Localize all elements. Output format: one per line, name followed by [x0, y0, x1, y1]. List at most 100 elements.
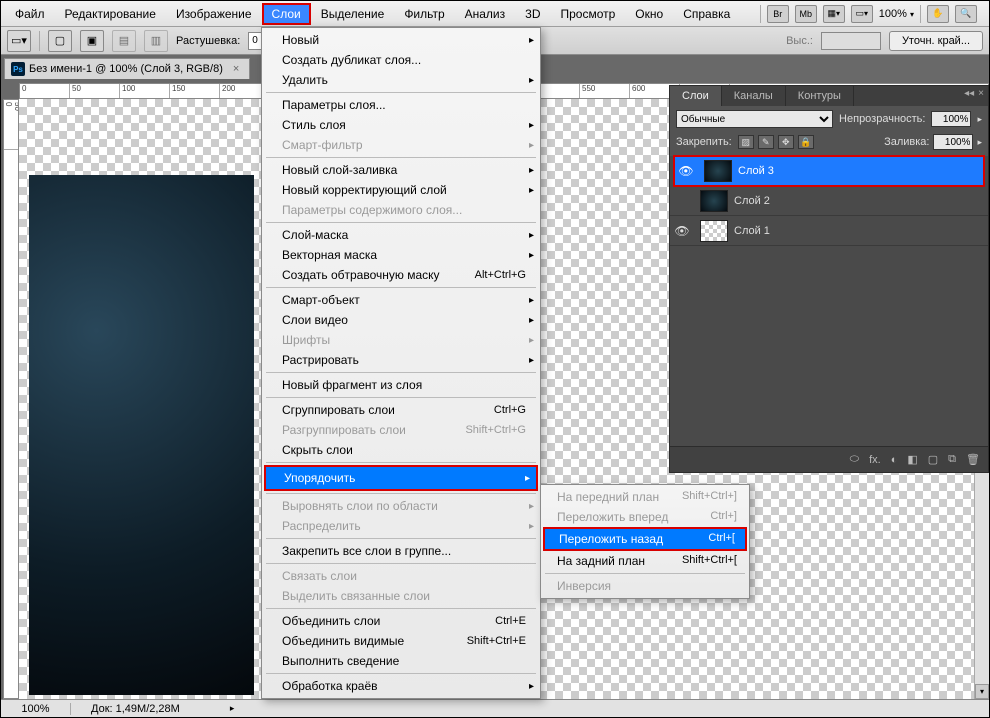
menu-item[interactable]: Параметры слоя...: [262, 95, 540, 115]
menu-item[interactable]: Стиль слоя▸: [262, 115, 540, 135]
menu-edit[interactable]: Редактирование: [55, 3, 166, 25]
menu-3d[interactable]: 3D: [515, 3, 550, 25]
layer-row[interactable]: 👁 Слой 1: [670, 216, 988, 246]
panel-collapse-icon[interactable]: ◂◂: [964, 88, 974, 104]
menu-item[interactable]: Объединить видимыеShift+Ctrl+E: [262, 631, 540, 651]
menu-view[interactable]: Просмотр: [550, 3, 625, 25]
ruler-vertical: 050100150200250300350400450500550600: [3, 99, 19, 699]
menu-select[interactable]: Выделение: [311, 3, 395, 25]
layers-panel: Слои Каналы Контуры ◂◂ × Обычные Непрозр…: [669, 85, 989, 473]
document-tab[interactable]: Ps Без имени-1 @ 100% (Слой 3, RGB/8) ×: [4, 58, 250, 79]
lock-all-icon[interactable]: 🔒: [798, 135, 814, 149]
scroll-down-icon[interactable]: ▾: [975, 684, 989, 699]
menu-item: Распределить▸: [262, 516, 540, 536]
opacity-input[interactable]: [931, 111, 971, 127]
arrange-submenu: На передний планShift+Ctrl+]Переложить в…: [540, 484, 750, 599]
tool-preset-icon[interactable]: ▭▾: [7, 30, 31, 52]
menu-item: Смарт-фильтр▸: [262, 135, 540, 155]
delete-icon[interactable]: 🗑: [966, 453, 980, 466]
visibility-icon[interactable]: 👁: [674, 164, 698, 178]
fill-input[interactable]: [933, 134, 973, 150]
menu-item[interactable]: Новый корректирующий слой▸: [262, 180, 540, 200]
menu-item: Шрифты▸: [262, 330, 540, 350]
panel-tabs: Слои Каналы Контуры ◂◂ ×: [670, 86, 988, 106]
lock-transparency-icon[interactable]: ▨: [738, 135, 754, 149]
menu-item[interactable]: Создать дубликат слоя...: [262, 50, 540, 70]
mask-icon[interactable]: ◐: [891, 454, 898, 466]
close-icon[interactable]: ×: [233, 63, 239, 75]
opacity-slider-icon[interactable]: ▸: [977, 114, 982, 125]
status-zoom[interactable]: 100%: [1, 703, 71, 715]
bridge-button[interactable]: Br: [767, 5, 789, 23]
submenu-item[interactable]: На задний планShift+Ctrl+[: [541, 551, 749, 571]
hand-tool-icon[interactable]: ✋: [927, 5, 949, 23]
layer-row[interactable]: 👁 Слой 3: [674, 156, 984, 186]
layers-list: 👁 Слой 3 Слой 2 👁 Слой 1: [670, 156, 988, 246]
lock-position-icon[interactable]: ✥: [778, 135, 794, 149]
menu-item: Разгруппировать слоиShift+Ctrl+G: [262, 420, 540, 440]
arrange-button[interactable]: ▭▾: [851, 5, 873, 23]
menu-file[interactable]: Файл: [5, 3, 55, 25]
selection-add-icon[interactable]: ▣: [80, 30, 104, 52]
menu-item[interactable]: Растрировать▸: [262, 350, 540, 370]
layer-thumbnail[interactable]: [700, 190, 728, 212]
layer-row[interactable]: Слой 2: [670, 186, 988, 216]
menu-item[interactable]: Сгруппировать слоиCtrl+G: [262, 400, 540, 420]
document-title: Без имени-1 @ 100% (Слой 3, RGB/8): [29, 63, 223, 75]
menu-item[interactable]: Удалить▸: [262, 70, 540, 90]
layer-thumbnail[interactable]: [704, 160, 732, 182]
menu-help[interactable]: Справка: [673, 3, 740, 25]
menu-item[interactable]: Векторная маска▸: [262, 245, 540, 265]
menu-item[interactable]: Обработка краёв▸: [262, 676, 540, 696]
layer-name[interactable]: Слой 2: [734, 195, 988, 207]
status-menu-icon[interactable]: ▸: [230, 703, 235, 714]
menu-item: Связать слои: [262, 566, 540, 586]
blend-mode-select[interactable]: Обычные: [676, 110, 833, 128]
menu-item[interactable]: Скрыть слои: [262, 440, 540, 460]
lock-pixels-icon[interactable]: ✎: [758, 135, 774, 149]
menu-item[interactable]: Слой-маска▸: [262, 225, 540, 245]
menu-analysis[interactable]: Анализ: [455, 3, 516, 25]
submenu-item: На передний планShift+Ctrl+]: [541, 487, 749, 507]
tab-paths[interactable]: Контуры: [786, 86, 854, 106]
link-icon[interactable]: ⬭: [850, 453, 859, 466]
menu-layers[interactable]: Слои: [262, 3, 311, 25]
menu-window[interactable]: Окно: [625, 3, 673, 25]
submenu-item[interactable]: Переложить назадCtrl+[: [543, 527, 747, 551]
submenu-item: Переложить впередCtrl+]: [541, 507, 749, 527]
layer-thumbnail[interactable]: [700, 220, 728, 242]
zoom-tool-icon[interactable]: 🔍: [955, 5, 977, 23]
refine-edge-button[interactable]: Уточн. край...: [889, 31, 983, 51]
selection-sub-icon[interactable]: ▤: [112, 30, 136, 52]
zoom-level[interactable]: 100% ▾: [879, 8, 914, 20]
visibility-icon[interactable]: 👁: [670, 224, 694, 238]
height-input[interactable]: [821, 32, 881, 50]
layer-name[interactable]: Слой 1: [734, 225, 988, 237]
selection-intersect-icon[interactable]: ▥: [144, 30, 168, 52]
menu-item[interactable]: Объединить слоиCtrl+E: [262, 611, 540, 631]
menu-item[interactable]: Слои видео▸: [262, 310, 540, 330]
group-icon[interactable]: ▢: [928, 453, 938, 466]
fill-slider-icon[interactable]: ▸: [977, 137, 982, 148]
panel-close-icon[interactable]: ×: [978, 88, 984, 104]
minibridge-button[interactable]: Mb: [795, 5, 817, 23]
menu-item[interactable]: Закрепить все слои в группе...: [262, 541, 540, 561]
menu-item[interactable]: Новый▸: [262, 30, 540, 50]
menu-filter[interactable]: Фильтр: [394, 3, 454, 25]
layer-name[interactable]: Слой 3: [738, 165, 984, 177]
menu-item[interactable]: Создать обтравочную маскуAlt+Ctrl+G: [262, 265, 540, 285]
selection-new-icon[interactable]: ▢: [48, 30, 72, 52]
screen-mode-button[interactable]: ▦▾: [823, 5, 845, 23]
fx-icon[interactable]: fx.: [869, 454, 881, 466]
fill-label: Заливка:: [884, 136, 929, 148]
menu-item[interactable]: Смарт-объект▸: [262, 290, 540, 310]
tab-layers[interactable]: Слои: [670, 86, 722, 106]
menu-item[interactable]: Новый фрагмент из слоя: [262, 375, 540, 395]
adjustment-icon[interactable]: ◧: [907, 453, 917, 466]
menu-item[interactable]: Упорядочить▸: [264, 465, 538, 491]
menu-item[interactable]: Выполнить сведение: [262, 651, 540, 671]
tab-channels[interactable]: Каналы: [722, 86, 786, 106]
menu-item[interactable]: Новый слой-заливка▸: [262, 160, 540, 180]
menu-image[interactable]: Изображение: [166, 3, 262, 25]
new-layer-icon[interactable]: ⧉: [948, 453, 956, 466]
